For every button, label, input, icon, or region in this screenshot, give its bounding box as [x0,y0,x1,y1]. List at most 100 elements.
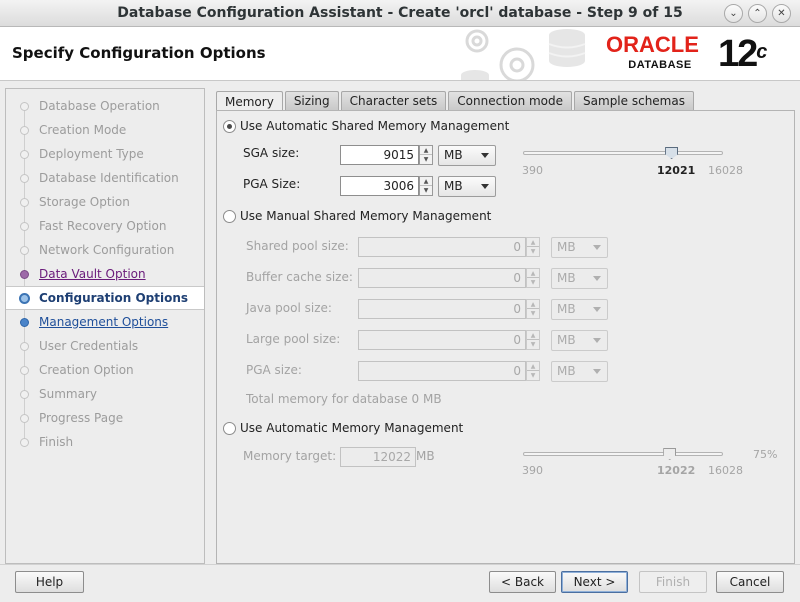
amm-radio[interactable] [223,421,236,435]
memory-target-label: Memory target: [243,449,337,463]
pga-size-input[interactable]: 3006 [340,176,419,196]
memory-percent-label: 75% [753,448,778,461]
pga-size-spinner[interactable]: ▲ ▼ [526,361,540,381]
shared-pool-size-spinner[interactable]: ▲ ▼ [526,237,540,257]
footer-divider [0,564,800,565]
spin-down-icon[interactable]: ▼ [527,371,539,380]
java-pool-size-input[interactable]: 0 [358,299,526,319]
memory-panel: Use Automatic Shared Memory Management S… [216,110,795,564]
finish-button[interactable]: Finish [639,571,707,593]
spin-down-icon[interactable]: ▼ [527,309,539,318]
pga-size-label: PGA size: [246,363,302,377]
spin-down-icon[interactable]: ▼ [420,155,432,164]
spin-up-icon[interactable]: ▲ [527,238,539,247]
buffer-cache-size-unit-select[interactable]: MB [551,268,608,289]
memory-target-input[interactable]: 12022 [340,447,416,467]
large-pool-size-spinner[interactable]: ▲ ▼ [526,330,540,350]
buffer-cache-size-input[interactable]: 0 [358,268,526,288]
tab-memory[interactable]: Memory [216,91,283,111]
step-label: Database Operation [39,99,160,113]
step-status-icon [20,270,29,279]
step-creation-mode[interactable]: Creation Mode [6,118,204,142]
back-button[interactable]: < Back [489,571,556,593]
slider-thumb[interactable] [665,147,679,159]
java-pool-size-label: Java pool size: [246,301,332,315]
pga-size-unit-value: MB [557,364,576,378]
step-label: Creation Option [39,363,134,377]
minimize-icon[interactable]: ⌄ [724,4,743,23]
buffer-cache-size-label: Buffer cache size: [246,270,353,284]
amm-memory-slider[interactable] [523,448,725,462]
spin-down-icon[interactable]: ▼ [527,340,539,349]
step-database-identification[interactable]: Database Identification [6,166,204,190]
step-network-configuration[interactable]: Network Configuration [6,238,204,262]
step-fast-recovery-option[interactable]: Fast Recovery Option [6,214,204,238]
pga-size-unit-select[interactable]: MB [551,361,608,382]
close-icon[interactable]: ✕ [772,4,791,23]
buffer-cache-size-spinner[interactable]: ▲ ▼ [526,268,540,288]
step-label: Configuration Options [39,291,189,305]
sga-unit-select[interactable]: MB [438,145,496,166]
manual-smm-radio[interactable] [223,209,236,223]
large-pool-size-input[interactable]: 0 [358,330,526,350]
pga-unit-select[interactable]: MB [438,176,496,197]
chevron-down-icon [481,184,489,189]
tab-connection-mode-label: Connection mode [457,94,564,108]
spin-up-icon[interactable]: ▲ [527,362,539,371]
sga-size-input[interactable]: 9015 [340,145,419,165]
slider-thumb[interactable] [663,448,677,460]
oracle-logo: ORACLE DATABASE [606,34,714,74]
amm-option[interactable]: Use Automatic Memory Management [223,421,463,435]
spin-up-icon[interactable]: ▲ [420,146,432,155]
step-configuration-options: Configuration Options [6,286,204,310]
step-label: User Credentials [39,339,139,353]
help-button[interactable]: Help [15,571,84,593]
shared-pool-size-input[interactable]: 0 [358,237,526,257]
manual-smm-option[interactable]: Use Manual Shared Memory Management [223,209,491,223]
tab-character-sets[interactable]: Character sets [340,91,447,110]
tab-connection-mode[interactable]: Connection mode [448,91,573,110]
java-pool-size-unit-select[interactable]: MB [551,299,608,320]
spin-up-icon[interactable]: ▲ [527,331,539,340]
step-label: Network Configuration [39,243,175,257]
spin-up-icon[interactable]: ▲ [527,300,539,309]
step-progress-page: Progress Page [6,406,204,430]
asmm-memory-slider[interactable] [523,147,725,161]
shared-pool-size-unit-select[interactable]: MB [551,237,608,258]
tab-sizing[interactable]: Sizing [284,91,339,110]
large-pool-size-unit-select[interactable]: MB [551,330,608,351]
step-storage-option[interactable]: Storage Option [6,190,204,214]
chevron-down-icon [593,338,601,343]
step-database-operation[interactable]: Database Operation [6,94,204,118]
maximize-icon[interactable]: ⌃ [748,4,767,23]
cancel-button[interactable]: Cancel [716,571,784,593]
tab-sample-schemas[interactable]: Sample schemas [574,91,694,110]
step-label: Deployment Type [39,147,144,161]
step-deployment-type[interactable]: Deployment Type [6,142,204,166]
step-finish: Finish [6,430,204,454]
sga-size-spinner[interactable]: ▲ ▼ [419,145,433,165]
spin-down-icon[interactable]: ▼ [527,247,539,256]
spin-down-icon[interactable]: ▼ [420,186,432,195]
pga-size-input[interactable]: 0 [358,361,526,381]
steps-sidebar: Database Operation Creation Mode Deploymen… [5,88,205,564]
pga-size-spinner[interactable]: ▲ ▼ [419,176,433,196]
spin-down-icon[interactable]: ▼ [527,278,539,287]
spin-up-icon[interactable]: ▲ [420,177,432,186]
slider-current-label: 12022 [657,464,696,477]
tab-character-sets-label: Character sets [349,94,438,108]
slider-track [523,151,723,155]
step-data-vault-option[interactable]: Data Vault Option [6,262,204,286]
sga-size-label: SGA size: [243,146,300,160]
pga-unit-value: MB [444,179,463,193]
asmm-option[interactable]: Use Automatic Shared Memory Management [223,119,509,133]
spin-up-icon[interactable]: ▲ [527,269,539,278]
step-management-options[interactable]: Management Options [6,310,204,334]
window-title: Database Configuration Assistant - Creat… [117,5,683,21]
java-pool-size-spinner[interactable]: ▲ ▼ [526,299,540,319]
large-pool-size-label: Large pool size: [246,332,341,346]
step-label: Creation Mode [39,123,127,137]
asmm-radio[interactable] [223,119,236,133]
shared-pool-size-unit-value: MB [557,240,576,254]
next-button[interactable]: Next > [561,571,628,593]
